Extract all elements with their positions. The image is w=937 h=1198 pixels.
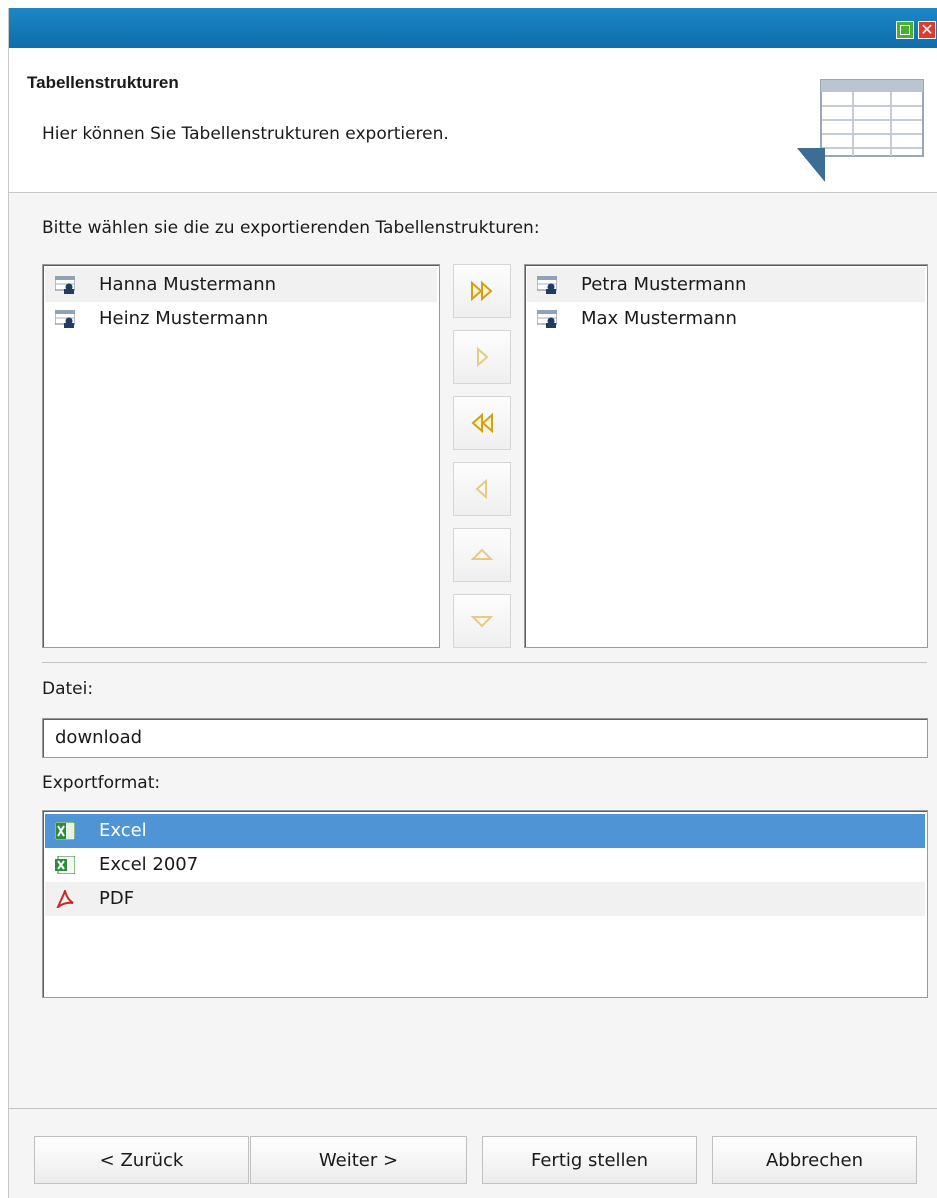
maximize-icon[interactable]	[896, 21, 914, 39]
arrow-down-icon	[470, 616, 494, 628]
file-label: Datei:	[42, 679, 94, 699]
excel-2007-icon	[55, 856, 75, 874]
list-item[interactable]: Excel 2007	[45, 848, 925, 882]
file-name-input[interactable]: download	[42, 718, 928, 758]
table-structure-icon	[797, 79, 924, 182]
list-item[interactable]: Excel	[45, 814, 925, 848]
move-right-button[interactable]	[453, 330, 511, 384]
arrow-left-icon	[475, 478, 487, 500]
move-all-right-button[interactable]	[453, 264, 511, 318]
list-item[interactable]: Petra Mustermann	[527, 268, 925, 302]
table-user-icon	[537, 310, 557, 328]
cancel-button[interactable]: Abbrechen	[712, 1136, 917, 1184]
divider	[42, 662, 927, 663]
double-arrow-left-icon	[471, 412, 493, 434]
title-bar[interactable]: ✕	[9, 8, 937, 48]
export-format-list[interactable]: Excel Excel 2007 PDF	[42, 810, 928, 998]
double-arrow-right-icon	[471, 280, 493, 302]
list-item[interactable]: Max Mustermann	[527, 302, 925, 336]
selected-list[interactable]: Petra Mustermann Max Mustermann	[524, 264, 928, 648]
arrow-up-icon	[470, 548, 494, 560]
footer-divider	[9, 1108, 937, 1109]
move-down-button[interactable]	[453, 594, 511, 648]
table-user-icon	[55, 276, 75, 294]
arrow-right-icon	[477, 346, 489, 368]
back-button[interactable]: < Zurück	[34, 1136, 249, 1184]
finish-button[interactable]: Fertig stellen	[482, 1136, 697, 1184]
wizard-header: Tabellenstrukturen Hier können Sie Tabel…	[9, 48, 937, 193]
list-item[interactable]: Heinz Mustermann	[45, 302, 437, 336]
next-button[interactable]: Weiter >	[250, 1136, 467, 1184]
available-list[interactable]: Hanna Mustermann Heinz Mustermann	[42, 264, 440, 648]
page-subtitle: Hier können Sie Tabellenstrukturen expor…	[42, 124, 449, 144]
move-all-left-button[interactable]	[453, 396, 511, 450]
pdf-icon	[56, 890, 74, 908]
selection-prompt: Bitte wählen sie die zu exportierenden T…	[42, 218, 540, 238]
table-user-icon	[537, 276, 557, 294]
export-wizard-window: ✕ Tabellenstrukturen Hier können Sie Tab…	[8, 8, 937, 1198]
close-icon[interactable]: ✕	[918, 21, 936, 39]
list-item[interactable]: PDF	[45, 882, 925, 916]
move-up-button[interactable]	[453, 528, 511, 582]
excel-icon	[55, 822, 75, 840]
page-title: Tabellenstrukturen	[27, 73, 179, 92]
list-item[interactable]: Hanna Mustermann	[45, 268, 437, 302]
export-format-label: Exportformat:	[42, 773, 161, 793]
move-left-button[interactable]	[453, 462, 511, 516]
table-user-icon	[55, 310, 75, 328]
